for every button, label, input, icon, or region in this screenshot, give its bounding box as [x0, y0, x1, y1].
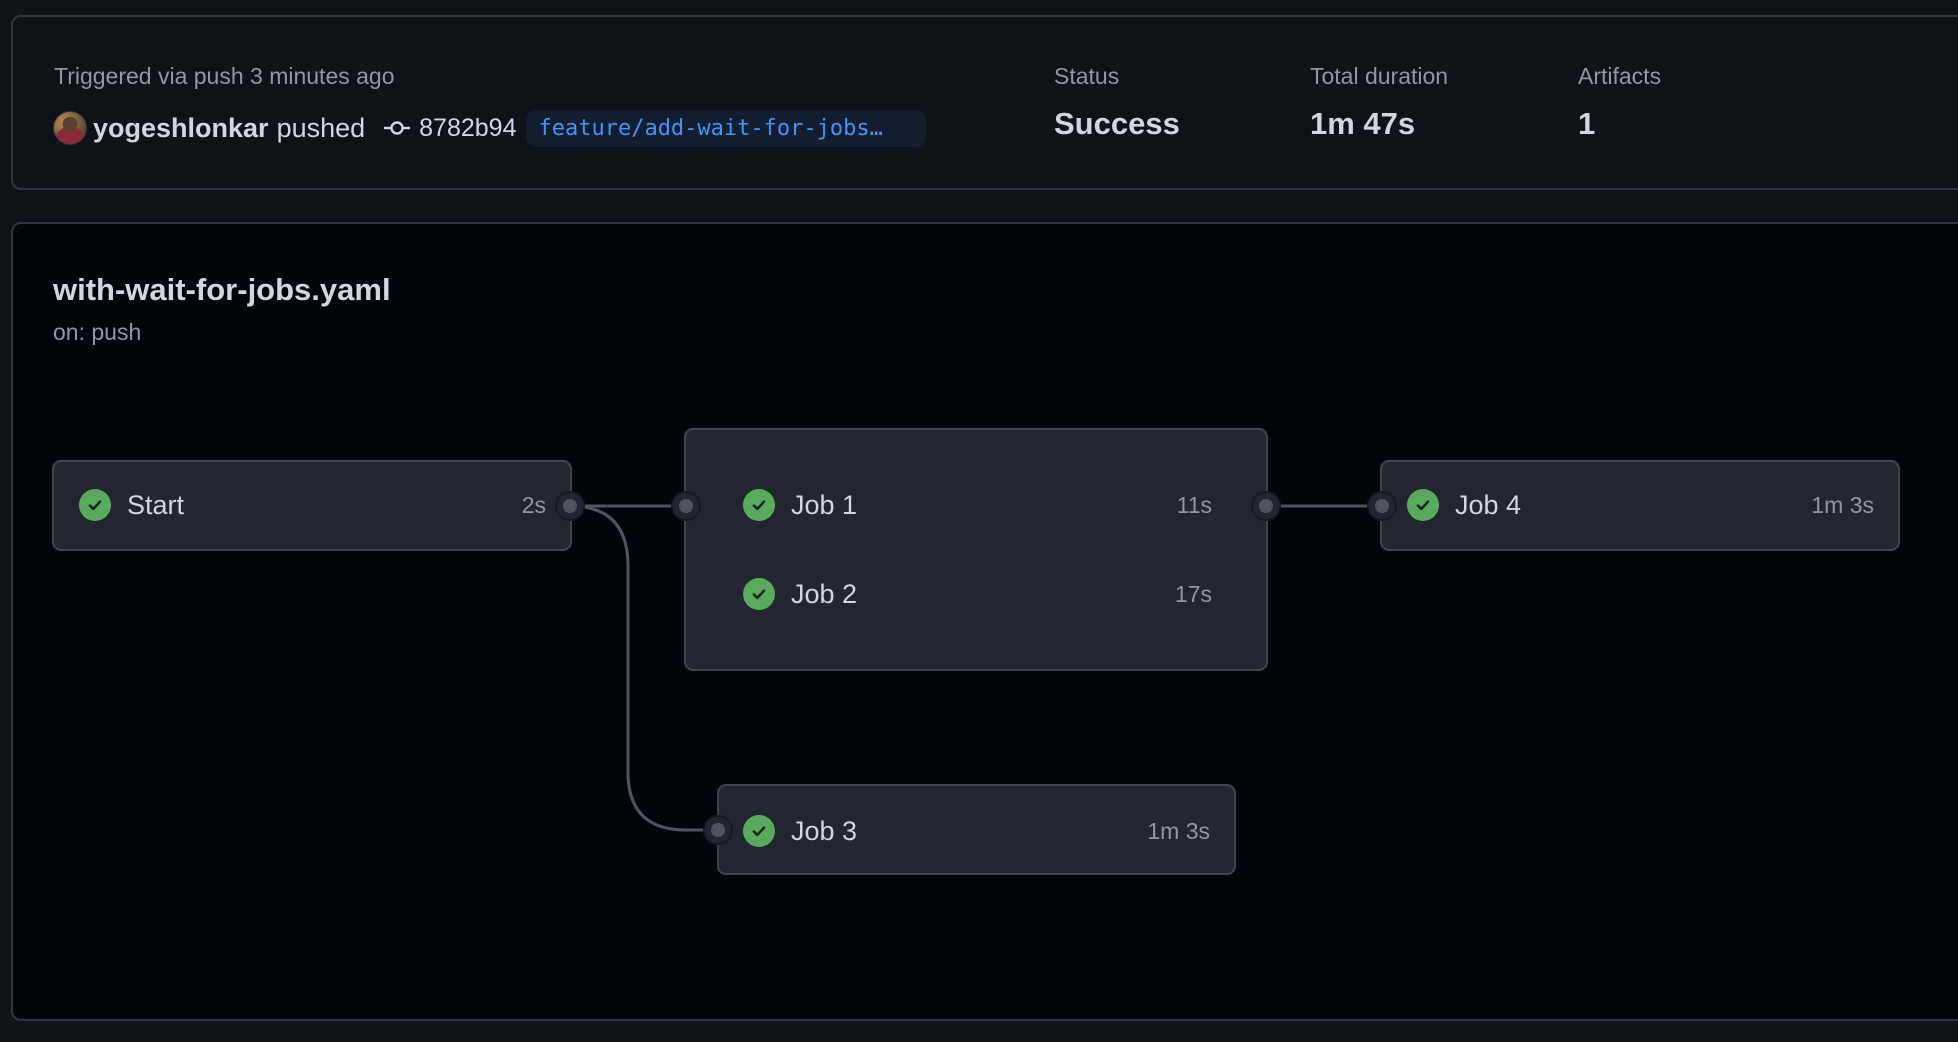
workflow-filename[interactable]: with-wait-for-jobs.yaml	[53, 272, 391, 308]
stat-total-duration: Total duration 1m 47s	[1310, 63, 1448, 142]
job-node-start[interactable]: Start 2s	[52, 460, 572, 551]
stat-value: 1m 47s	[1310, 106, 1416, 141]
check-circle-icon	[743, 489, 775, 521]
job-name: Start	[127, 489, 185, 520]
job-name: Job 4	[1455, 489, 1522, 520]
workflow-trigger: on: push	[53, 319, 142, 345]
job-row-job2[interactable]: Job 2 17s	[686, 574, 1266, 614]
job-row[interactable]: Job 4 1m 3s	[1382, 485, 1898, 525]
check-circle-icon	[1407, 489, 1439, 521]
commit-sha-link[interactable]: 8782b94	[419, 114, 516, 143]
job-row-job1[interactable]: Job 1 11s	[686, 485, 1266, 525]
stat-value: Success	[1054, 106, 1180, 141]
check-circle-icon	[743, 578, 775, 610]
actor-action: pushed	[276, 112, 366, 143]
job-name: Job 3	[791, 815, 858, 846]
job-name: Job 1	[791, 489, 858, 520]
job-duration: 11s	[1176, 491, 1212, 518]
stat-label: Total duration	[1310, 63, 1449, 89]
input-port	[703, 815, 733, 845]
output-port	[1251, 491, 1281, 521]
check-circle-icon	[79, 489, 111, 521]
job-node-job3[interactable]: Job 3 1m 3s	[717, 784, 1236, 875]
user-avatar[interactable]	[53, 111, 87, 145]
job-duration: 17s	[1174, 580, 1212, 607]
stat-status: Status Success	[1054, 63, 1180, 142]
stat-label: Artifacts	[1578, 63, 1662, 89]
actor-row: yogeshlonkar pushed 8782b94 feature/add-…	[53, 109, 927, 147]
job-duration: 1m 3s	[1811, 491, 1874, 518]
job-node-job4[interactable]: Job 4 1m 3s	[1380, 460, 1900, 551]
stat-artifacts: Artifacts 1	[1578, 63, 1661, 142]
actor-username[interactable]: yogeshlonkar	[93, 113, 269, 144]
check-circle-icon	[743, 815, 775, 847]
stat-value[interactable]: 1	[1578, 106, 1661, 142]
job-name: Job 2	[791, 578, 858, 609]
job-row[interactable]: Job 3 1m 3s	[719, 811, 1234, 851]
input-port	[671, 491, 701, 521]
git-commit-icon	[384, 121, 411, 135]
output-port	[555, 491, 585, 521]
branch-label[interactable]: feature/add-wait-for-jobs…	[526, 109, 927, 147]
job-group: Job 1 11s Job 2 17s	[684, 428, 1268, 671]
input-port	[1367, 491, 1397, 521]
job-duration: 1m 3s	[1147, 817, 1210, 844]
job-duration: 2s	[521, 491, 546, 518]
job-row[interactable]: Start 2s	[54, 485, 570, 525]
trigger-text: Triggered via push 3 minutes ago	[54, 63, 395, 89]
stat-label: Status	[1054, 63, 1120, 89]
run-summary: Triggered via push 3 minutes ago yogeshl…	[11, 15, 1958, 190]
